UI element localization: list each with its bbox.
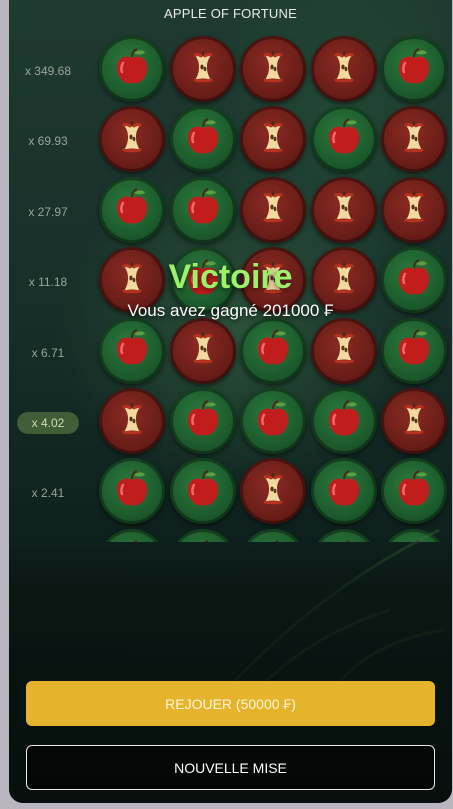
- apple-cell[interactable]: [169, 176, 236, 243]
- apple-core-icon: [110, 115, 154, 164]
- apple-cell[interactable]: [381, 317, 447, 384]
- multiplier-label: x 349.68: [24, 64, 72, 78]
- apple-core-cell[interactable]: [381, 388, 447, 454]
- apple-cell[interactable]: [169, 388, 236, 454]
- apple-cell[interactable]: [240, 388, 306, 454]
- multiplier-label: x 6.71: [31, 345, 65, 360]
- apple-icon: [392, 326, 436, 375]
- apple-core-cell[interactable]: [240, 106, 306, 173]
- apple-core-icon: [322, 185, 366, 234]
- apple-core-icon: [392, 115, 436, 164]
- apple-cell[interactable]: [381, 36, 447, 102]
- multiplier-label: x 27.97: [28, 204, 68, 219]
- apple-core-cell[interactable]: [310, 176, 377, 243]
- apple-cell[interactable]: [169, 106, 236, 173]
- apple-cell[interactable]: [99, 317, 165, 384]
- apple-core-icon: [181, 326, 225, 375]
- apple-cell[interactable]: [99, 176, 165, 243]
- multiplier-label: x 4.02: [17, 412, 79, 434]
- apple-core-icon: [181, 45, 225, 94]
- apple-core-cell[interactable]: [381, 176, 447, 243]
- apple-core-icon: [251, 45, 295, 94]
- multiplier-label: x 69.93: [28, 134, 68, 149]
- replay-button[interactable]: REJOUER (50000 ₣): [26, 681, 435, 726]
- game-screen: APPLE OF FORTUNE x 349.68 x 69.93 x 27.97 x…: [9, 0, 452, 803]
- apple-core-icon: [392, 185, 436, 234]
- apple-core-cell[interactable]: [169, 36, 236, 102]
- apple-core-icon: [110, 397, 154, 446]
- new-bet-button[interactable]: NOUVELLE MISE: [26, 745, 435, 790]
- apple-core-cell[interactable]: [240, 176, 306, 243]
- apple-core-cell[interactable]: [240, 36, 306, 102]
- apple-core-icon: [251, 115, 295, 164]
- result-panel: Victoire Vous avez gagné 201000 ₣: [9, 258, 452, 321]
- apple-icon: [181, 397, 225, 446]
- apple-icon: [181, 115, 225, 164]
- apple-cell[interactable]: [99, 458, 165, 525]
- apple-core-icon: [322, 45, 366, 94]
- apple-icon: [110, 467, 154, 516]
- apple-icon: [251, 397, 295, 446]
- multiplier-label: x 2.41: [31, 486, 65, 501]
- apple-icon: [251, 326, 295, 375]
- apple-cell[interactable]: [310, 388, 377, 454]
- apple-icon: [110, 326, 154, 375]
- apple-icon: [392, 45, 436, 94]
- apple-icon: [322, 115, 366, 164]
- apple-core-cell[interactable]: [381, 106, 447, 173]
- apple-core-cell[interactable]: [99, 388, 165, 454]
- apple-cell[interactable]: [240, 317, 306, 384]
- game-title: APPLE OF FORTUNE: [164, 6, 297, 21]
- win-message: Vous avez gagné 201000 ₣: [127, 301, 334, 320]
- apple-core-cell[interactable]: [169, 317, 236, 384]
- apple-icon: [181, 185, 225, 234]
- apple-core-icon: [251, 185, 295, 234]
- apple-cell[interactable]: [99, 36, 165, 102]
- apple-cell[interactable]: [310, 106, 377, 173]
- apple-icon: [110, 185, 154, 234]
- apple-core-icon: [392, 397, 436, 446]
- apple-core-cell[interactable]: [310, 36, 377, 102]
- apple-core-cell[interactable]: [310, 317, 377, 384]
- victory-title: Victoire: [168, 258, 293, 296]
- apple-core-icon: [322, 326, 366, 375]
- apple-icon: [110, 45, 154, 94]
- apple-core-cell[interactable]: [99, 106, 165, 173]
- apple-icon: [322, 397, 366, 446]
